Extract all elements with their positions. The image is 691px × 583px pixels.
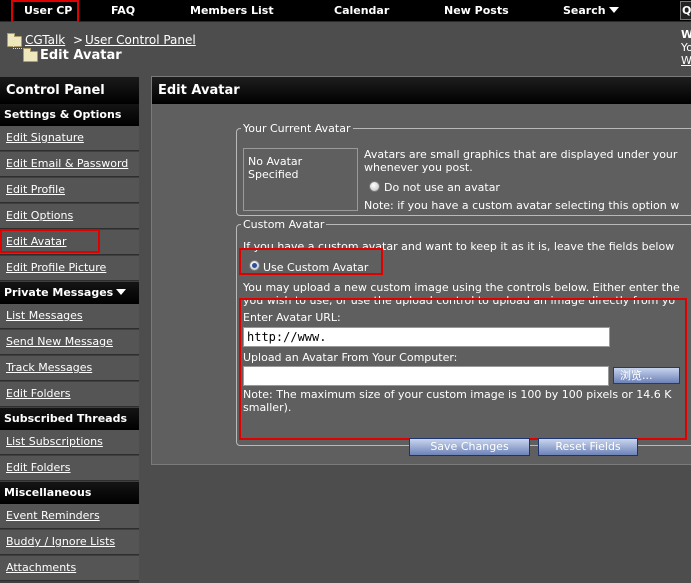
sidebar-item-label: Edit Folders — [6, 387, 71, 400]
sidebar-item-list-subscriptions[interactable]: List Subscriptions — [0, 430, 139, 455]
sidebar-item-edit-signature[interactable]: Edit Signature — [0, 126, 139, 151]
sidebar-item-buddy-ignore-lists[interactable]: Buddy / Ignore Lists — [0, 530, 139, 555]
sidebar-item-label: Edit Email & Password — [6, 157, 129, 170]
sidebar-section-subscribed-threads[interactable]: Subscribed Threads — [0, 408, 139, 443]
breadcrumb-parent-link[interactable]: User Control Panel — [85, 33, 196, 47]
sidebar-item-label: Event Reminders — [6, 509, 100, 522]
no-avatar-radio[interactable] — [369, 181, 380, 192]
sidebar-item-label: Track Messages — [6, 361, 93, 374]
sidebar-item-send-new-message[interactable]: Send New Message — [0, 330, 139, 355]
sidebar-item-attachments[interactable]: Attachments — [0, 556, 139, 581]
tree-connector — [13, 40, 22, 49]
sidebar-item-edit-options[interactable]: Edit Options — [0, 204, 139, 229]
reset-fields-button[interactable]: Reset Fields — [538, 438, 638, 456]
current-avatar-note: Note: if you have a custom avatar select… — [364, 199, 680, 212]
sidebar-section-private-messages[interactable]: Private Messages — [0, 282, 139, 304]
breadcrumb-separator: > — [73, 33, 84, 47]
sidebar-section-settings: Settings & Options — [0, 104, 139, 126]
page-title: Edit Avatar — [40, 48, 122, 63]
welcome-link[interactable]: We — [681, 54, 691, 67]
chevron-down-icon — [608, 7, 619, 13]
chevron-down-icon — [116, 289, 127, 295]
avatar-preview-text: No Avatar Specified — [248, 155, 303, 181]
nav-overflow-label: Q — [682, 4, 691, 17]
sidebar-item-label: Edit Profile — [6, 183, 66, 196]
sidebar-item-label: List Subscriptions — [6, 435, 103, 448]
current-avatar-fieldset: Your Current Avatar No Avatar Specified … — [236, 122, 691, 216]
sidebar-section-miscellaneous: Miscellaneous — [0, 482, 139, 504]
custom-avatar-legend: Custom Avatar — [243, 218, 325, 231]
breadcrumb: CGTalk > User Control Panel Edit Avatar … — [0, 22, 691, 72]
nav-search-label: Search — [563, 4, 606, 17]
custom-avatar-description: You may upload a new custom image using … — [243, 281, 680, 294]
sidebar-item-label: Attachments — [6, 561, 77, 574]
nav-members-list[interactable]: Members List — [190, 4, 274, 17]
nav-calendar[interactable]: Calendar — [334, 4, 389, 17]
highlight-box-upload-fields — [239, 298, 687, 440]
open-folder-icon — [23, 48, 38, 62]
sidebar-item-edit-profile[interactable]: Edit Profile — [0, 178, 139, 203]
avatar-preview: No Avatar Specified — [243, 148, 358, 211]
welcome-text: W — [681, 28, 691, 41]
current-avatar-description: Avatars are small graphics that are disp… — [364, 148, 678, 161]
no-avatar-label[interactable]: Do not use an avatar — [384, 181, 500, 194]
highlight-box-custom-avatar-option — [239, 248, 383, 275]
current-avatar-legend: Your Current Avatar — [243, 122, 351, 135]
nav-overflow-item[interactable]: Q — [680, 1, 691, 20]
sidebar-item-track-messages[interactable]: Track Messages — [0, 356, 139, 381]
nav-faq[interactable]: FAQ — [111, 4, 135, 17]
sidebar-item-label: Edit Folders — [6, 461, 71, 474]
highlight-box-user-cp — [11, 0, 79, 23]
control-panel-sidebar: Control Panel Settings & Options Edit Si… — [0, 77, 139, 583]
sidebar-title: Control Panel — [0, 77, 139, 104]
edit-avatar-panel: Edit Avatar Your Current Avatar No Avata… — [151, 76, 691, 465]
sidebar-item-list-messages[interactable]: List Messages — [0, 304, 139, 329]
sidebar-item-event-reminders[interactable]: Event Reminders — [0, 504, 139, 529]
top-nav-bar: User CP FAQ Members List Calendar New Po… — [0, 0, 691, 23]
panel-title: Edit Avatar — [152, 77, 691, 104]
sidebar-item-label: Edit Profile Picture — [6, 261, 107, 274]
current-avatar-description-cont: whenever you post. — [364, 161, 473, 174]
sidebar-item-label: Buddy / Ignore Lists — [6, 535, 116, 548]
welcome-subtext: Yo — [681, 41, 691, 54]
sidebar-item-label: Edit Signature — [6, 131, 84, 144]
sidebar-item-edit-profile-picture[interactable]: Edit Profile Picture — [0, 256, 139, 281]
sidebar-section-label: Subscribed Threads — [4, 412, 127, 425]
sidebar-item-label: List Messages — [6, 309, 83, 322]
save-changes-button[interactable]: Save Changes — [409, 438, 530, 456]
sidebar-item-edit-folders-threads[interactable]: Edit Folders — [0, 456, 139, 481]
panel-body: Your Current Avatar No Avatar Specified … — [152, 104, 691, 464]
breadcrumb-root-link[interactable]: CGTalk — [25, 33, 65, 47]
sidebar-item-label: Send New Message — [6, 335, 113, 348]
sidebar-item-edit-folders-pm[interactable]: Edit Folders — [0, 382, 139, 407]
nav-search[interactable]: Search — [563, 4, 619, 17]
highlight-box-edit-avatar — [0, 229, 100, 253]
sidebar-section-label: Private Messages — [4, 286, 114, 299]
sidebar-item-edit-email-password[interactable]: Edit Email & Password — [0, 152, 139, 177]
sidebar-item-label: Edit Options — [6, 209, 74, 222]
nav-new-posts[interactable]: New Posts — [444, 4, 509, 17]
